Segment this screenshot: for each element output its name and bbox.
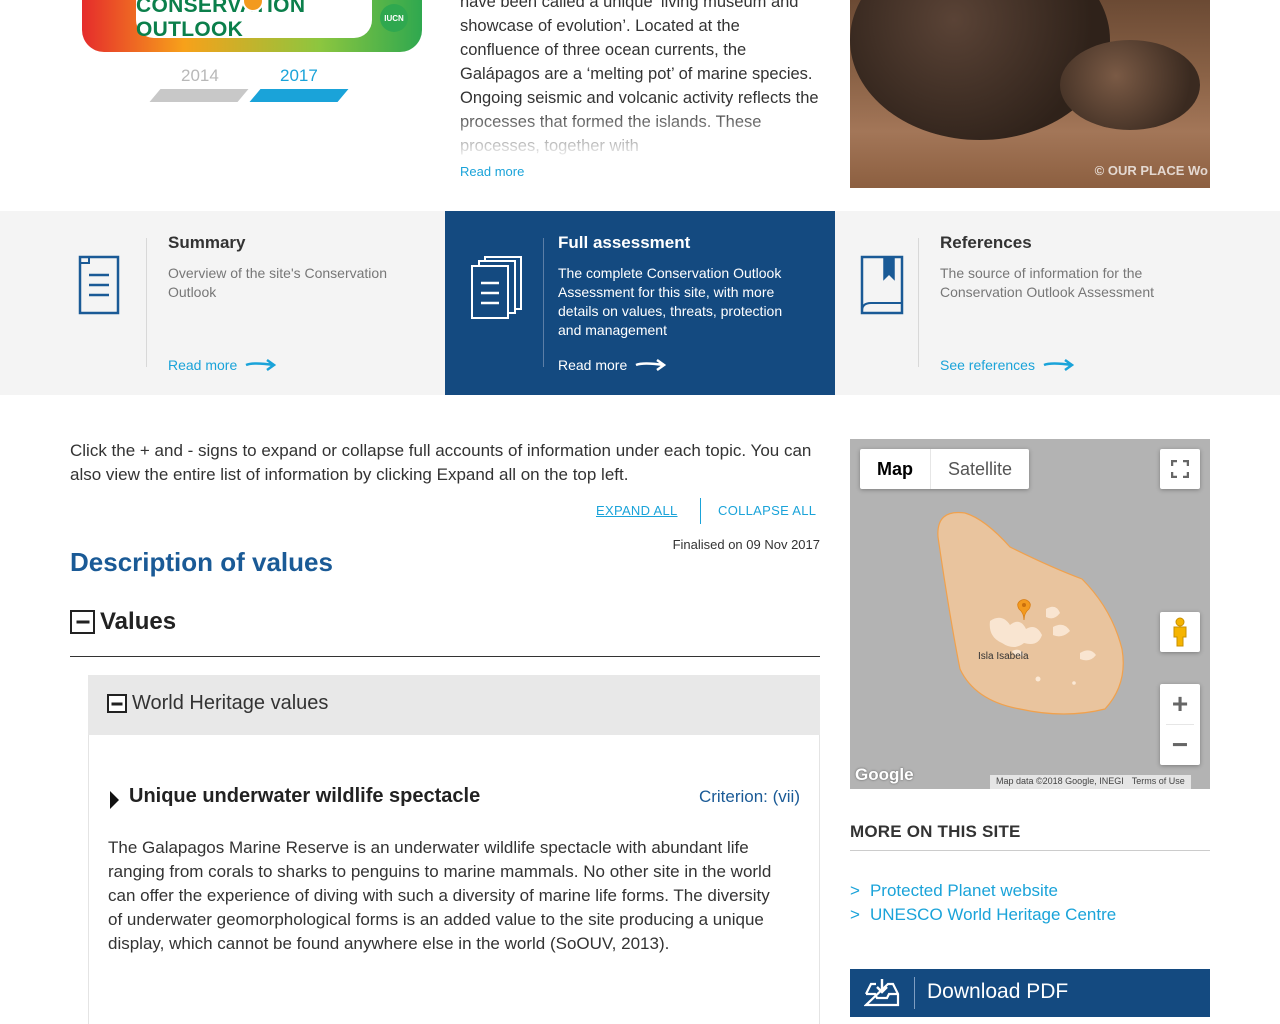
site-photo: © OUR PLACE Wo <box>850 0 1210 188</box>
intro-fade <box>460 108 820 160</box>
summary-link-label: Read more <box>168 357 238 373</box>
year-2014-bar[interactable] <box>149 89 249 102</box>
google-logo[interactable]: Google <box>855 765 914 785</box>
unesco-whc-link[interactable]: > UNESCO World Heritage Centre <box>850 905 1116 925</box>
badge-letter: C <box>102 0 112 2</box>
protected-planet-label: Protected Planet website <box>869 881 1058 900</box>
summary-title: Summary <box>168 233 246 252</box>
references-link-label: See references <box>940 357 1035 373</box>
world-heritage-values-header[interactable]: World Heritage values <box>88 675 820 735</box>
zoom-control: + − <box>1160 684 1200 765</box>
zoom-in-button[interactable]: + <box>1160 684 1200 724</box>
intro-read-more-link[interactable]: Read more <box>460 164 524 179</box>
fullscreen-icon <box>1171 460 1189 478</box>
references-desc: The source of information for the Conser… <box>940 265 1154 300</box>
pdf-button-divider <box>914 977 915 1009</box>
map-type-control: Map Satellite <box>860 449 1030 489</box>
map-data-attribution: Map data ©2018 Google, INEGI <box>996 776 1124 786</box>
help-text: Click the + and - signs to expand or col… <box>70 441 812 484</box>
value-criterion: Criterion: (vii) <box>698 787 800 806</box>
collapse-all-button[interactable]: COLLAPSE ALL <box>718 503 816 518</box>
full-assessment-desc: The complete Conservation Outlook Assess… <box>558 265 783 338</box>
photo-credit: © OUR PLACE Wo <box>1094 163 1208 178</box>
location-pin-icon[interactable] <box>1016 599 1032 621</box>
full-assessment-link-label: Read more <box>558 357 628 373</box>
site-map[interactable]: Isla Isabela Map Satellite + − Google Ma… <box>850 439 1210 789</box>
arrow-right-icon <box>1043 358 1075 372</box>
full-assessment-title: Full assessment <box>558 233 691 252</box>
tortoise-leg <box>1060 40 1200 130</box>
more-divider <box>850 850 1210 851</box>
world-heritage-values-title: World Heritage values <box>132 692 329 714</box>
summary-read-more-link[interactable]: Read more <box>168 357 277 373</box>
values-title: Values <box>100 608 177 635</box>
map-terms-link[interactable]: Terms of Use <box>1132 776 1185 788</box>
book-icon <box>860 255 904 315</box>
fullscreen-button[interactable] <box>1160 449 1200 489</box>
pegman-icon <box>1173 617 1187 647</box>
zoom-out-button[interactable]: − <box>1160 725 1200 765</box>
panel-divider <box>543 238 544 367</box>
more-on-this-site-title: MORE ON THIS SITE <box>850 822 1021 841</box>
year-2017-tab[interactable]: 2017 <box>280 66 318 86</box>
year-2017-bar[interactable] <box>249 89 349 102</box>
arrow-right-icon <box>245 358 277 372</box>
references-panel[interactable]: References The source of information for… <box>835 211 1227 395</box>
year-2014-tab[interactable]: 2014 <box>181 66 219 86</box>
control-separator <box>700 498 701 524</box>
panel-divider <box>918 238 919 367</box>
expand-all-button[interactable]: EXPAND ALL <box>596 503 678 518</box>
references-title: References <box>940 233 1032 252</box>
collapse-minus-icon[interactable] <box>70 610 95 634</box>
value-item-title[interactable]: Unique underwater wildlife spectacle <box>129 785 480 808</box>
section-title: Description of values <box>70 547 333 577</box>
chevron-right-icon: > <box>850 881 860 900</box>
island-label: Isla Isabela <box>978 651 1029 662</box>
see-references-link[interactable]: See references <box>940 357 1075 373</box>
expand-triangle-icon[interactable] <box>110 791 119 809</box>
chevron-right-icon: > <box>850 905 860 924</box>
documents-stack-icon <box>471 256 522 319</box>
document-icon <box>78 255 120 315</box>
value-item-body: The Galapagos Marine Reserve is an under… <box>108 838 772 953</box>
arrow-right-icon <box>635 358 667 372</box>
street-view-pegman-button[interactable] <box>1160 612 1200 652</box>
map-type-satellite-button[interactable]: Satellite <box>930 449 1029 489</box>
full-assessment-read-more-link[interactable]: Read more <box>558 357 667 373</box>
download-tray-icon <box>864 979 900 1007</box>
panel-divider <box>146 238 147 367</box>
collapse-minus-icon[interactable] <box>107 694 127 713</box>
panel-band: Summary Overview of the site's Conservat… <box>0 211 1280 395</box>
map-type-map-button[interactable]: Map <box>860 449 930 489</box>
top-band: C CONSERVATION OUTLOOK IUCN 2014 2017 ha… <box>0 0 1280 211</box>
protected-planet-link[interactable]: > Protected Planet website <box>850 881 1058 901</box>
summary-desc: Overview of the site's Conservation Outl… <box>168 265 387 300</box>
conservation-outlook-badge: C CONSERVATION OUTLOOK IUCN <box>82 0 422 52</box>
download-pdf-button[interactable]: Download PDF <box>850 969 1210 1017</box>
full-assessment-panel[interactable]: Full assessment The complete Conservatio… <box>445 211 835 395</box>
map-attribution: Map data ©2018 Google, INEGI Terms of Us… <box>990 775 1191 789</box>
finalised-date: Finalised on 09 Nov 2017 <box>672 537 820 552</box>
summary-panel[interactable]: Summary Overview of the site's Conservat… <box>53 211 445 395</box>
values-accordion-header[interactable]: Values <box>70 608 820 657</box>
download-pdf-label: Download PDF <box>927 980 1069 1003</box>
iucn-logo: IUCN <box>380 4 408 32</box>
unesco-whc-label: UNESCO World Heritage Centre <box>869 905 1117 924</box>
